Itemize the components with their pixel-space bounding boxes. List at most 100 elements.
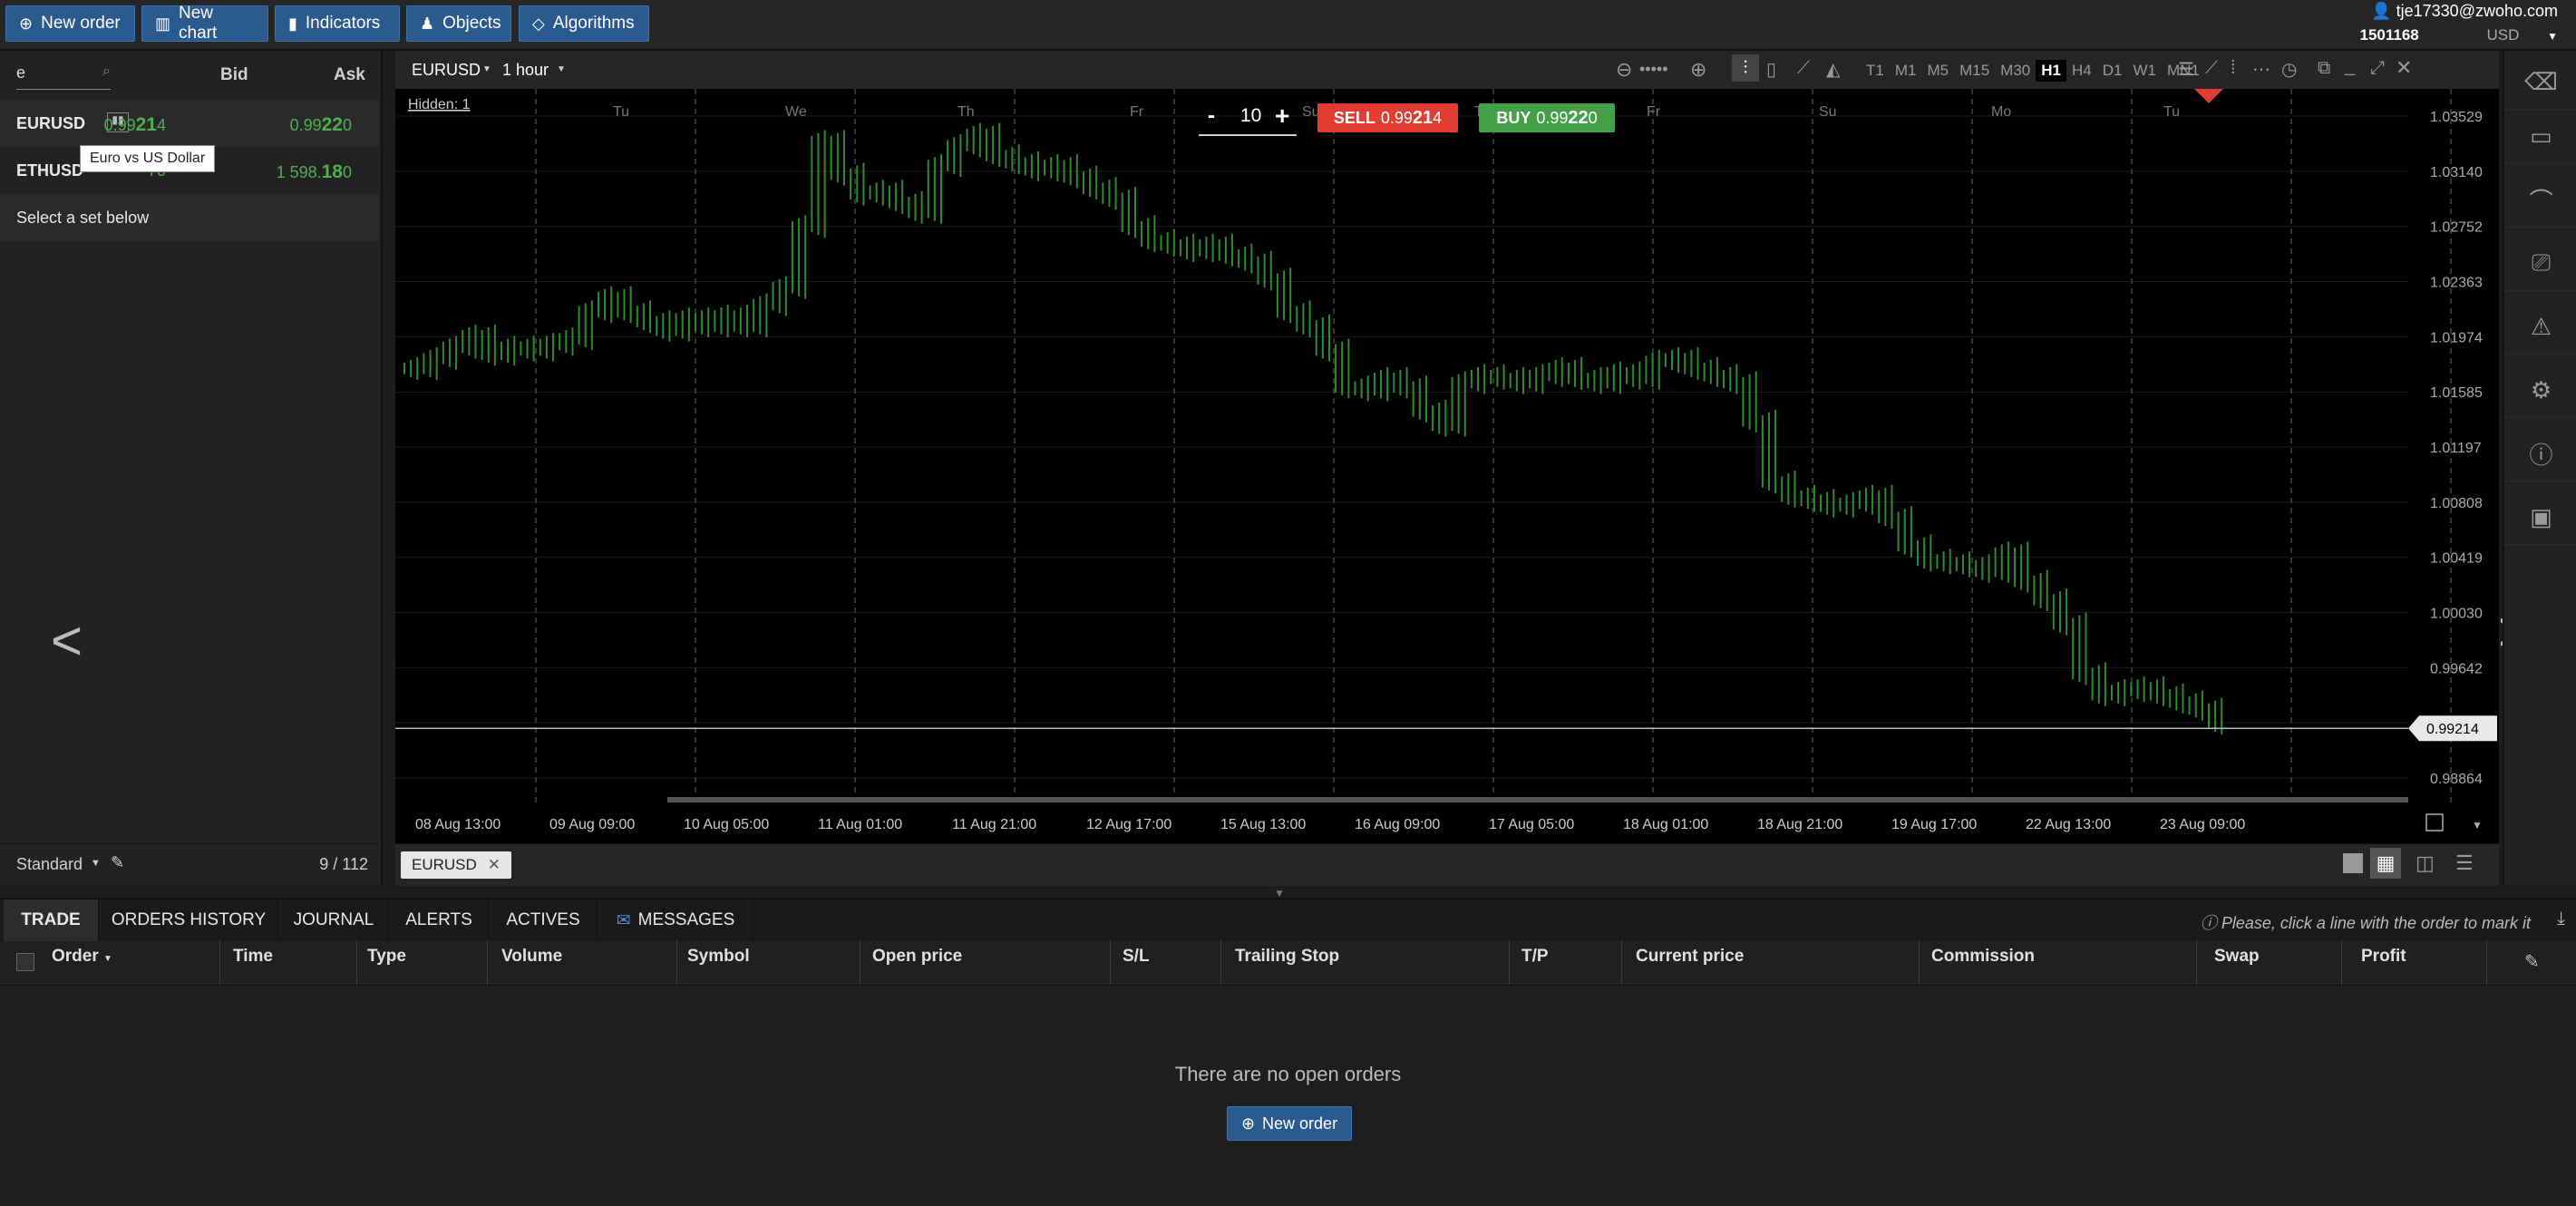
chart-tab-eurusd[interactable]: EURUSD ✕ — [401, 851, 512, 879]
timeframe-m5[interactable]: M5 — [1921, 60, 1954, 82]
user-icon: 👤 — [2371, 2, 2392, 20]
lot-size-value[interactable]: 10 — [1240, 105, 1261, 127]
x-tick-label: 18 Aug 01:00 — [1623, 817, 1708, 832]
area-chart-type-icon[interactable]: ◭ — [1826, 58, 1840, 81]
mail-icon: ✉ — [616, 910, 631, 930]
col-volume[interactable]: Volume — [501, 947, 562, 967]
col-type[interactable]: Type — [367, 947, 406, 967]
search-input[interactable]: e — [16, 63, 25, 82]
col-sl[interactable]: S/L — [1123, 947, 1150, 967]
empty-new-order-button[interactable]: ⊕ New order — [1227, 1106, 1352, 1141]
set-selector[interactable]: Standard — [16, 855, 83, 874]
layout-grid-icon[interactable]: ▦ — [2370, 848, 2401, 879]
maximize-icon[interactable]: ⤢ — [2370, 58, 2385, 79]
search-box[interactable]: e ⌕ — [16, 63, 111, 90]
calculator-icon[interactable]: ▣ — [2504, 490, 2576, 545]
x-tick-label: 22 Aug 13:00 — [2026, 817, 2111, 832]
minimize-icon[interactable]: _ — [2345, 56, 2355, 77]
algorithms-button[interactable]: ◇ Algorithms — [519, 5, 649, 42]
edit-columns-icon[interactable]: ✎ — [2524, 950, 2540, 973]
horizontal-line-icon[interactable]: ⋯ — [2252, 58, 2270, 81]
tab-actives[interactable]: ACTIVES — [490, 900, 598, 941]
chevron-down-icon[interactable]: ▼ — [91, 858, 101, 869]
warning-icon[interactable]: ⚠ — [2504, 299, 2576, 355]
zoom-out-icon[interactable]: ⊖ — [1616, 58, 1632, 82]
clock-icon[interactable]: ◷ — [2281, 58, 2297, 81]
new-order-button[interactable]: ⊕ New order — [5, 5, 135, 42]
vertical-line-icon[interactable]: ⁞ — [2231, 58, 2236, 79]
timeframe-m1[interactable]: M1 — [1890, 60, 1922, 82]
account-info[interactable]: 👤 tje17330@zwoho.com 1501168 USD ▼ — [2359, 2, 2558, 44]
timeframe-t1[interactable]: T1 — [1861, 60, 1890, 82]
layout-columns-icon[interactable]: ◫ — [2416, 851, 2435, 875]
buy-button[interactable]: BUY 0.99220 — [1479, 103, 1615, 132]
chart-settings-icon[interactable]: ☰ — [2178, 58, 2194, 81]
col-profit[interactable]: Profit — [2361, 947, 2406, 967]
chart-scrollbar — [667, 797, 2408, 802]
watchlist-row-eurusd[interactable]: EURUSD ▮▮ 0.99214 0.99220 — [0, 100, 379, 147]
collapse-left-arrow[interactable]: < — [51, 609, 83, 672]
right-sidebar: ⌫ ▭ ⌒ ⎚ ⚠ ⚙ ⓘ ▣ — [2503, 51, 2576, 885]
edit-icon[interactable]: ✎ — [111, 853, 124, 872]
account-currency: USD — [2486, 26, 2520, 44]
candle-chart-type-icon[interactable]: ▯ — [1766, 58, 1776, 81]
tab-trade[interactable]: TRADE — [4, 900, 99, 941]
lot-plus-button[interactable]: + — [1275, 102, 1289, 131]
col-open-price[interactable]: Open price — [872, 947, 962, 967]
layout-rows-icon[interactable]: ☰ — [2455, 851, 2474, 875]
day-label: Fr — [1130, 104, 1144, 120]
timeframe-h4[interactable]: H4 — [2066, 60, 2097, 82]
objects-button[interactable]: ♟ Objects — [406, 5, 511, 42]
price-chart[interactable]: 1.03529 1.03140 1.02752 1.02363 1.01974 1.015… — [395, 89, 2499, 843]
zoom-slider[interactable]: ••••• — [1639, 60, 1668, 79]
indicators-panel-icon[interactable]: ⌒ — [2504, 172, 2576, 228]
tab-journal[interactable]: JOURNAL — [279, 900, 389, 941]
timeframe-m30[interactable]: M30 — [1995, 60, 2036, 82]
bar-chart-type-icon[interactable]: ⫶ — [1732, 54, 1759, 82]
col-current-price[interactable]: Current price — [1636, 947, 1744, 967]
eraser-icon[interactable]: ⌫ — [2504, 54, 2576, 110]
x-tick-label: 12 Aug 17:00 — [1086, 817, 1171, 832]
sell-button[interactable]: SELL 0.99214 — [1317, 103, 1458, 132]
close-icon[interactable]: ✕ — [2396, 56, 2412, 80]
close-icon[interactable]: ✕ — [488, 856, 501, 874]
y-tick-label: 1.03140 — [2430, 165, 2483, 180]
select-set-row[interactable]: Select a set below — [0, 194, 379, 241]
zoom-in-icon[interactable]: ⊕ — [1690, 58, 1706, 82]
line-chart-type-icon[interactable]: ⟋ — [1797, 58, 1810, 79]
timeframe-selector[interactable]: 1 hour — [502, 61, 549, 80]
timeframe-m15[interactable]: M15 — [1954, 60, 1995, 82]
lot-minus-button[interactable]: - — [1208, 103, 1215, 129]
account-email: tje17330@zwoho.com — [2396, 2, 2558, 20]
resize-handle-icon[interactable]: ▼ — [1274, 887, 1285, 900]
popout-icon[interactable]: ⧉ — [2318, 58, 2330, 79]
col-symbol[interactable]: Symbol — [687, 947, 750, 967]
symbol-selector[interactable]: EURUSD — [412, 61, 481, 80]
chevron-down-icon[interactable]: ▼ — [2547, 30, 2558, 43]
timeframe-w1[interactable]: W1 — [2127, 60, 2162, 82]
col-swap[interactable]: Swap — [2214, 947, 2260, 967]
info-icon[interactable]: ⓘ — [2504, 426, 2576, 481]
layout-single-icon[interactable] — [2343, 853, 2363, 873]
new-chart-button[interactable]: ▥ New chart — [141, 4, 268, 43]
download-icon[interactable]: ⤓ — [2557, 909, 2565, 929]
indicators-button[interactable]: ▮ Indicators — [275, 5, 400, 42]
tab-alerts[interactable]: ALERTS — [390, 900, 489, 941]
templates-icon[interactable]: ▭ — [2504, 109, 2576, 164]
col-commission[interactable]: Commission — [1931, 947, 2035, 967]
col-order[interactable]: Order ▼ — [52, 947, 112, 967]
account-number: 1501168 — [2359, 26, 2419, 44]
gear-icon[interactable]: ⚙ — [2504, 363, 2576, 418]
lot-size-control[interactable]: - 10 + — [1199, 102, 1297, 136]
tab-orders-history[interactable]: ORDERS HISTORY — [100, 900, 278, 941]
tab-messages[interactable]: ✉ MESSAGES — [598, 900, 753, 941]
col-trailing-stop[interactable]: Trailing Stop — [1235, 947, 1339, 967]
terminal-icon[interactable]: ⎚ — [2504, 236, 2576, 291]
col-tp[interactable]: T/P — [1521, 947, 1549, 967]
timeframe-d1[interactable]: D1 — [2097, 60, 2128, 82]
trendline-icon[interactable]: ⟋ — [2205, 58, 2218, 79]
select-all-checkbox[interactable] — [16, 953, 34, 971]
empty-orders-message: There are no open orders — [1174, 1063, 1402, 1085]
timeframe-h1[interactable]: H1 — [2036, 60, 2066, 82]
col-time[interactable]: Time — [233, 947, 273, 967]
